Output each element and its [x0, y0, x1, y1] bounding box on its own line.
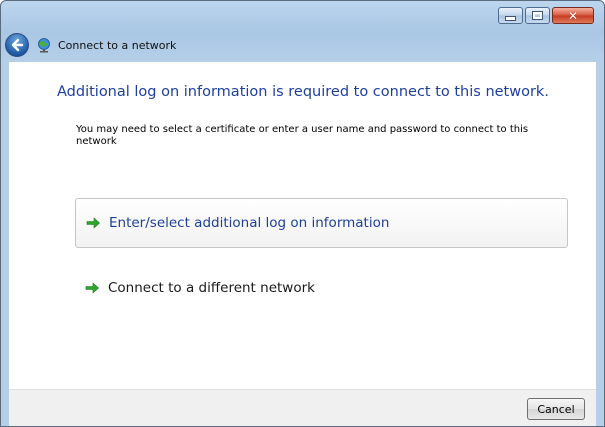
dialog-footer: Cancel	[9, 389, 596, 426]
close-icon: ✕	[567, 8, 579, 23]
command-label: Connect to a different network	[108, 280, 315, 296]
cancel-button[interactable]: Cancel	[527, 398, 585, 420]
back-arrow-icon	[11, 38, 24, 52]
command-label: Enter/select additional log on informati…	[109, 215, 390, 231]
page-description: You may need to select a certificate or …	[76, 124, 529, 147]
dialog-window: ✕ Connect to a network Additional log on…	[0, 0, 605, 427]
caption-buttons: ✕	[498, 7, 594, 24]
maximize-icon	[532, 11, 543, 20]
network-icon	[38, 38, 50, 53]
main-content: Additional log on information is require…	[9, 62, 596, 389]
window-title: Connect to a network	[58, 38, 177, 52]
green-arrow-icon	[86, 217, 100, 229]
back-button[interactable]	[5, 33, 29, 57]
green-arrow-icon	[85, 282, 99, 294]
minimize-button[interactable]	[498, 7, 523, 24]
maximize-button[interactable]	[525, 7, 550, 24]
close-button[interactable]: ✕	[552, 7, 594, 24]
connect-different-network-command[interactable]: Connect to a different network	[75, 272, 568, 304]
enter-logon-info-command[interactable]: Enter/select additional log on informati…	[75, 198, 568, 248]
page-heading: Additional log on information is require…	[57, 84, 549, 100]
title-bar: Connect to a network	[1, 31, 604, 59]
minimize-icon	[505, 15, 516, 21]
